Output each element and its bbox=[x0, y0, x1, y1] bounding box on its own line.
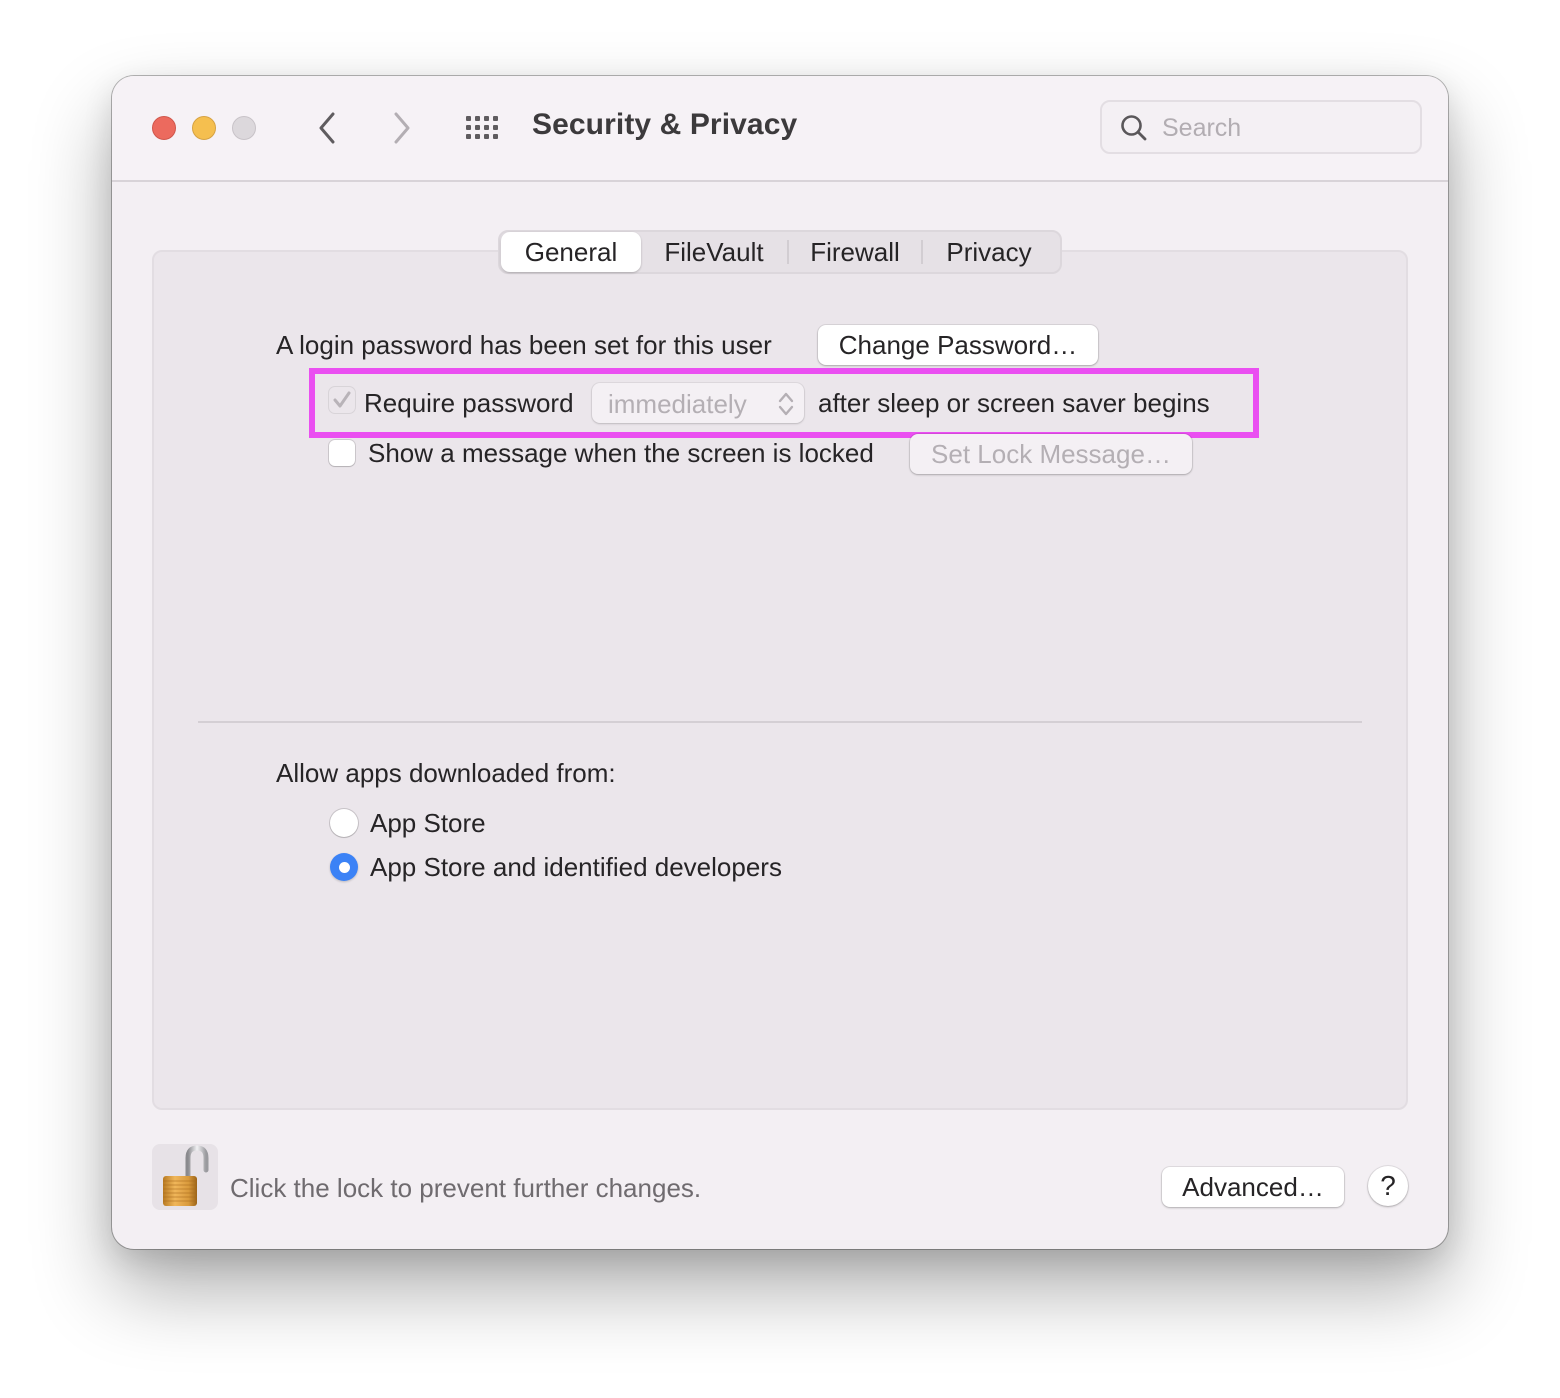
chevron-right-icon bbox=[394, 112, 410, 144]
allow-apps-heading: Allow apps downloaded from: bbox=[276, 758, 616, 788]
grid-dot bbox=[475, 116, 480, 121]
radio-app-store-identified-label[interactable]: App Store and identified developers bbox=[370, 852, 782, 883]
radio-app-store-identified[interactable] bbox=[330, 853, 358, 881]
minimize-button[interactable] bbox=[192, 116, 216, 140]
advanced-button[interactable]: Advanced… bbox=[1162, 1167, 1344, 1207]
tab-filevault[interactable]: FileVault bbox=[641, 232, 787, 272]
magnifier-icon bbox=[1121, 115, 1147, 141]
tab-firewall[interactable]: Firewall bbox=[789, 232, 921, 272]
help-button[interactable]: ? bbox=[1368, 1166, 1408, 1206]
grid-dot bbox=[484, 125, 489, 130]
grid-dot bbox=[466, 116, 471, 121]
tab-label: General bbox=[524, 236, 618, 267]
grid-dot bbox=[493, 125, 498, 130]
grid-dot bbox=[466, 125, 471, 130]
window-title: Security & Privacy bbox=[532, 108, 798, 141]
close-button[interactable] bbox=[152, 116, 176, 140]
radio-selected-dot bbox=[338, 861, 350, 873]
grid-dot bbox=[466, 134, 471, 139]
tab-label: Firewall bbox=[810, 236, 900, 267]
change-password-button[interactable]: Change Password… bbox=[818, 325, 1098, 365]
annotation-highlight-box bbox=[309, 368, 1259, 438]
tab-bar: General FileVault Firewall Privacy bbox=[498, 230, 1062, 274]
grid-dot bbox=[475, 125, 480, 130]
radio-app-store[interactable] bbox=[330, 809, 358, 837]
show-all-button[interactable] bbox=[464, 112, 504, 144]
search-input[interactable] bbox=[1160, 110, 1414, 146]
zoom-button bbox=[232, 116, 256, 140]
search-field[interactable] bbox=[1100, 100, 1422, 154]
lock-message-checkbox[interactable] bbox=[329, 440, 355, 466]
set-lock-message-button[interactable]: Set Lock Message… bbox=[910, 434, 1192, 474]
grid-dot bbox=[484, 134, 489, 139]
question-mark-icon: ? bbox=[1380, 1170, 1396, 1201]
title-bar: Security & Privacy bbox=[112, 76, 1448, 182]
back-button[interactable] bbox=[309, 108, 345, 148]
login-password-label: A login password has been set for this u… bbox=[276, 330, 772, 360]
grid-dot bbox=[493, 116, 498, 121]
chevron-left-icon bbox=[319, 112, 335, 144]
lock-message-label: Show a message when the screen is locked bbox=[368, 438, 874, 468]
tab-general[interactable]: General bbox=[501, 232, 641, 272]
tab-label: FileVault bbox=[664, 236, 764, 267]
unlocked-padlock-icon bbox=[163, 1145, 209, 1206]
grid-dot bbox=[475, 134, 480, 139]
lock-status-text: Click the lock to prevent further change… bbox=[230, 1173, 702, 1203]
grid-dot bbox=[493, 134, 498, 139]
grid-dot bbox=[484, 116, 489, 121]
forward-button[interactable] bbox=[384, 108, 420, 148]
security-privacy-window: Security & Privacy General FileVault Fir… bbox=[112, 76, 1448, 1249]
lock-button[interactable] bbox=[152, 1144, 218, 1210]
tab-label: Privacy bbox=[946, 236, 1032, 267]
section-divider bbox=[198, 721, 1362, 723]
tab-privacy[interactable]: Privacy bbox=[923, 232, 1055, 272]
radio-app-store-label[interactable]: App Store bbox=[370, 808, 486, 839]
